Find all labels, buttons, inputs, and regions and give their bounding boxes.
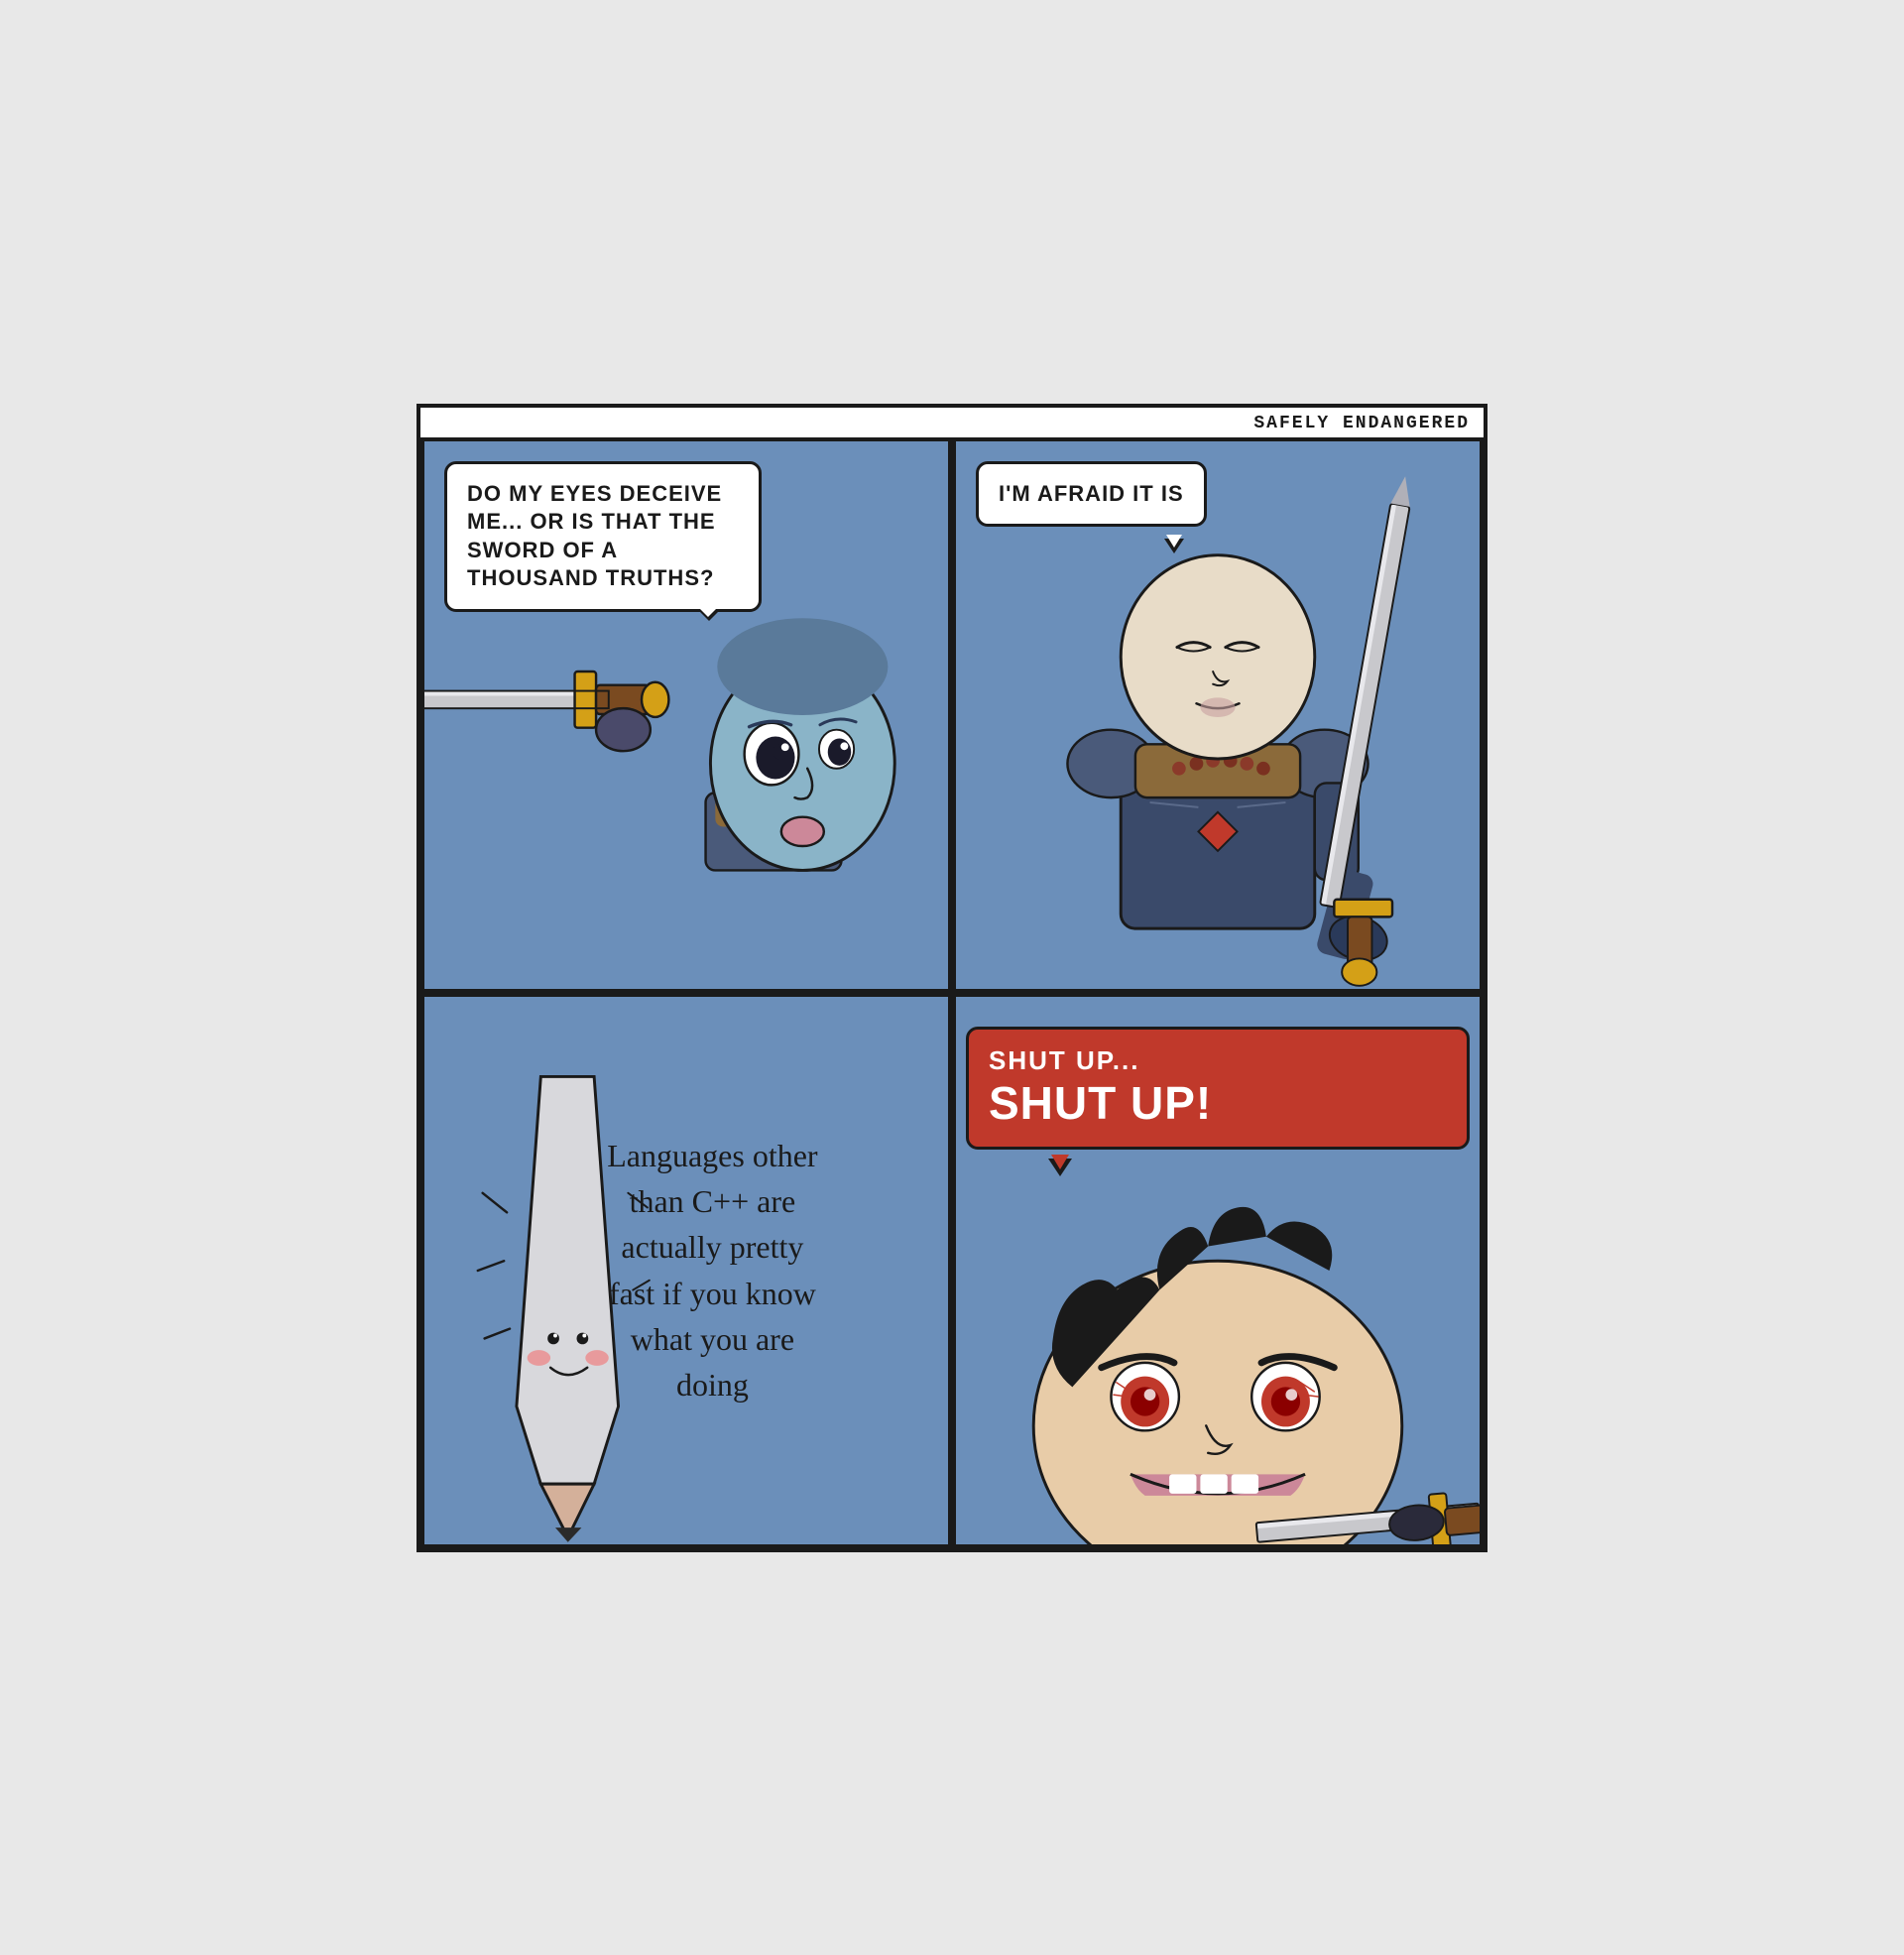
panel3-text: Languages other than C++ are actually pr…	[595, 1132, 831, 1407]
panel2-speech-bubble: I'M AFRAID IT IS	[976, 461, 1207, 528]
panel4-speech-text: SHUT UP... SHUT UP!	[989, 1045, 1447, 1131]
panel-3: Languages other than C++ are actually pr…	[420, 993, 952, 1548]
panel1-speech-bubble: DO MY EYES DECEIVE ME... OR IS THAT THE …	[444, 461, 762, 612]
comic-container: SAFELY ENDANGERED DO MY EYES DECEIVE ME.…	[416, 404, 1488, 1552]
panel-2: I'M AFRAID IT IS	[952, 437, 1484, 993]
panel-1: DO MY EYES DECEIVE ME... OR IS THAT THE …	[420, 437, 952, 993]
comic-grid: DO MY EYES DECEIVE ME... OR IS THAT THE …	[420, 437, 1484, 1548]
panel1-speech-text: DO MY EYES DECEIVE ME... OR IS THAT THE …	[467, 480, 739, 593]
panel4-line2: SHUT UP!	[989, 1076, 1447, 1131]
panel4-line1: SHUT UP...	[989, 1045, 1447, 1076]
panel-4: SHUT UP... SHUT UP!	[952, 993, 1484, 1548]
panel4-speech-bubble: SHUT UP... SHUT UP!	[966, 1027, 1470, 1150]
panel2-speech-text: I'M AFRAID IT IS	[999, 480, 1184, 509]
comic-title: SAFELY ENDANGERED	[420, 408, 1484, 437]
